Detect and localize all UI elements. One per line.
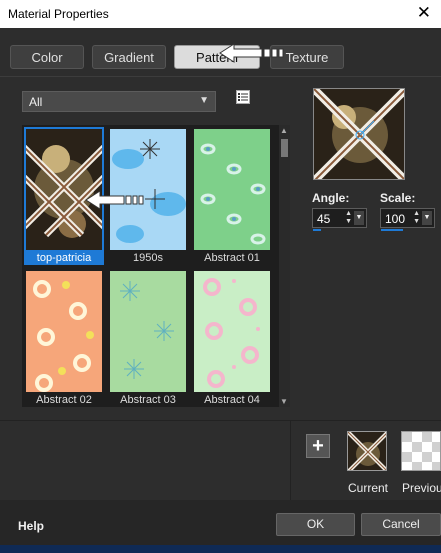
scroll-down-icon[interactable]: ▼ xyxy=(280,397,288,406)
pattern-label: Abstract 01 xyxy=(204,252,260,264)
spin-arrows-icon[interactable]: ▲ ▼ xyxy=(345,210,352,226)
current-label: Current xyxy=(348,481,389,495)
category-value: All xyxy=(29,95,43,109)
pattern-item-abstract-03[interactable]: Abstract 03 xyxy=(108,269,188,407)
tab-separator xyxy=(0,76,441,77)
pattern-thumbnail xyxy=(194,271,270,392)
pattern-preview xyxy=(313,88,405,180)
pattern-item-abstract-04[interactable]: Abstract 04 xyxy=(192,269,272,407)
chevron-down-icon[interactable]: ▼ xyxy=(354,211,364,225)
scale-label: Scale: xyxy=(380,191,416,205)
previous-swatch[interactable] xyxy=(401,431,441,471)
pattern-item-abstract-01[interactable]: Abstract 01 xyxy=(192,127,272,265)
pattern-grid: top-patricia 1950s Abstract 01 Abstract … xyxy=(22,125,290,407)
background-strip xyxy=(0,545,441,553)
scale-slider[interactable] xyxy=(381,229,403,231)
angle-value: 45 xyxy=(317,212,331,226)
angle-label: Angle: xyxy=(312,191,350,205)
angle-slider[interactable] xyxy=(313,229,321,231)
scrollbar-thumb[interactable] xyxy=(281,139,288,157)
pattern-thumbnail xyxy=(194,129,270,250)
pattern-label: Abstract 02 xyxy=(36,394,92,406)
pattern-label: 1950s xyxy=(133,252,163,264)
window-title: Material Properties xyxy=(8,7,109,21)
spin-arrows-icon[interactable]: ▲ ▼ xyxy=(413,210,420,226)
pattern-thumbnail xyxy=(26,271,102,392)
plus-icon[interactable]: + xyxy=(306,434,330,458)
list-view-icon[interactable] xyxy=(236,90,250,104)
pattern-label: Abstract 04 xyxy=(204,394,260,406)
material-properties-dialog: Color Gradient Pattern Texture All ▼ top… xyxy=(0,28,441,553)
title-bar: Material Properties ✕ xyxy=(0,0,441,28)
chevron-down-icon: ▼ xyxy=(199,95,209,106)
pointer-hand-icon xyxy=(85,190,144,210)
pointer-hand-icon xyxy=(219,43,284,63)
angle-field[interactable]: 45 ▲ ▼ ▼ xyxy=(312,208,367,231)
scroll-up-icon[interactable]: ▲ xyxy=(280,126,288,135)
close-icon[interactable]: ✕ xyxy=(417,3,431,23)
help-link[interactable]: Help xyxy=(18,519,44,533)
category-dropdown[interactable]: All ▼ xyxy=(22,91,216,112)
pattern-label: top-patricia xyxy=(24,251,104,265)
cancel-button[interactable]: Cancel xyxy=(361,513,441,536)
previous-label: Previou xyxy=(402,481,441,495)
tab-gradient[interactable]: Gradient xyxy=(92,45,166,69)
pattern-label: Abstract 03 xyxy=(120,394,176,406)
pattern-item-abstract-02[interactable]: Abstract 02 xyxy=(24,269,104,407)
scale-field[interactable]: 100 ▲ ▼ ▼ xyxy=(380,208,435,231)
chevron-down-icon[interactable]: ▼ xyxy=(422,211,432,225)
tab-color[interactable]: Color xyxy=(10,45,84,69)
pattern-thumbnail xyxy=(110,271,186,392)
ok-button[interactable]: OK xyxy=(276,513,355,536)
scale-value: 100 xyxy=(385,212,406,226)
current-swatch[interactable] xyxy=(347,431,387,471)
pattern-scrollbar[interactable]: ▲ ▼ xyxy=(279,125,290,407)
